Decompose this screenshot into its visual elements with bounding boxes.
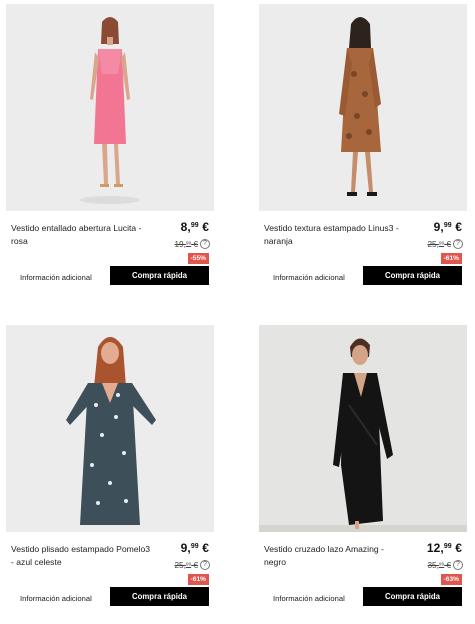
- original-price: 19,99 €: [174, 240, 198, 249]
- model-photo: [6, 325, 214, 532]
- product-image[interactable]: [6, 4, 214, 211]
- discount-badge: -55%: [187, 253, 209, 264]
- quick-buy-button[interactable]: Compra rápida: [363, 587, 462, 606]
- product-card[interactable]: Vestido cruzado lazo Amazing - negro 12,…: [259, 325, 467, 613]
- more-info-link[interactable]: Información adicional: [20, 273, 92, 282]
- model-photo: [259, 4, 467, 211]
- question-icon[interactable]: ?: [200, 560, 210, 570]
- more-info-link[interactable]: Información adicional: [20, 594, 92, 603]
- product-image[interactable]: [6, 325, 214, 532]
- quick-buy-button[interactable]: Compra rápida: [110, 266, 209, 285]
- original-price: 35,99 €: [427, 561, 451, 570]
- discount-badge: -61%: [440, 253, 462, 264]
- model-photo: [6, 4, 214, 211]
- more-info-link[interactable]: Información adicional: [273, 273, 345, 282]
- quick-buy-button[interactable]: Compra rápida: [363, 266, 462, 285]
- current-price: 9,99 €: [433, 220, 462, 234]
- question-icon[interactable]: ?: [453, 560, 463, 570]
- product-name[interactable]: Vestido textura estampado Linus3 - naran…: [264, 222, 404, 248]
- product-card[interactable]: Vestido plisado estampado Pomelo3 - azul…: [6, 325, 214, 613]
- product-image[interactable]: [259, 325, 467, 532]
- quick-buy-button[interactable]: Compra rápida: [110, 587, 209, 606]
- model-photo: [259, 325, 467, 532]
- current-price: 8,99 €: [180, 220, 209, 234]
- more-info-link[interactable]: Información adicional: [273, 594, 345, 603]
- product-image[interactable]: [259, 4, 467, 211]
- original-price: 25,99 €: [174, 561, 198, 570]
- current-price: 9,99 €: [180, 541, 209, 555]
- question-icon[interactable]: ?: [200, 239, 210, 249]
- current-price: 12,99 €: [426, 541, 462, 555]
- question-icon[interactable]: ?: [453, 239, 463, 249]
- product-name[interactable]: Vestido plisado estampado Pomelo3 - azul…: [11, 543, 151, 569]
- product-name[interactable]: Vestido entallado abertura Lucita - rosa: [11, 222, 151, 248]
- original-price: 25,99 €: [427, 240, 451, 249]
- discount-badge: -61%: [187, 574, 209, 585]
- discount-badge: -63%: [440, 574, 462, 585]
- product-name[interactable]: Vestido cruzado lazo Amazing - negro: [264, 543, 404, 569]
- product-card[interactable]: Vestido entallado abertura Lucita - rosa…: [6, 4, 214, 292]
- product-card[interactable]: Vestido textura estampado Linus3 - naran…: [259, 4, 467, 292]
